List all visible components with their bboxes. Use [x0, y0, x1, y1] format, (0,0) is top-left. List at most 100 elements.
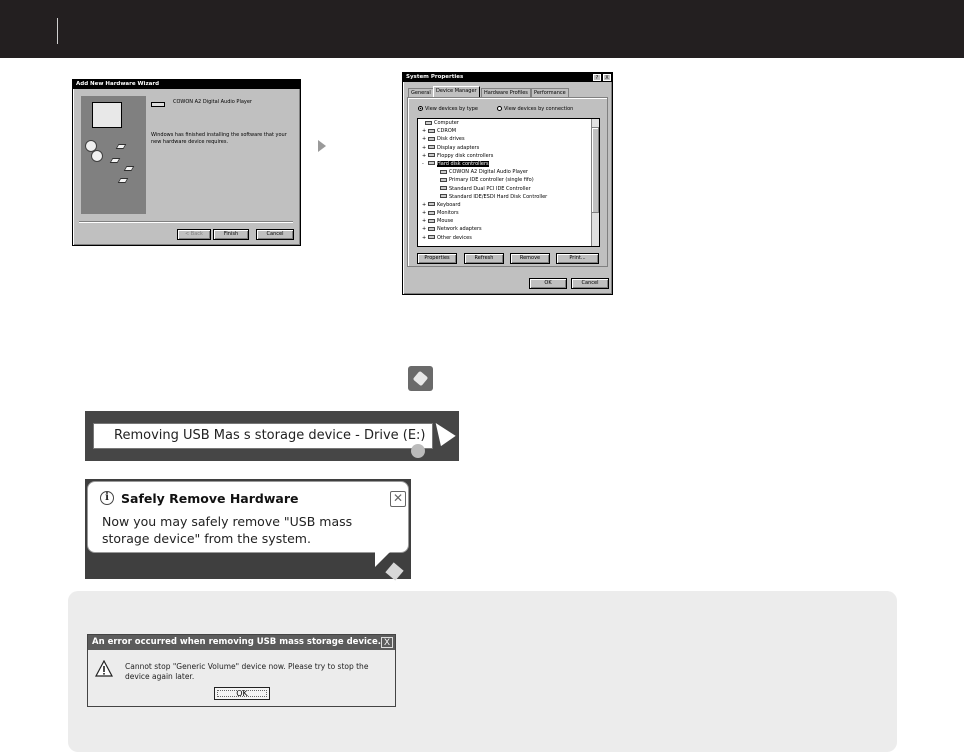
header-divider [57, 18, 58, 44]
device-icon [428, 161, 435, 166]
device-tree-label: Other devices [437, 234, 472, 241]
balloon-bubble: i Safely Remove Hardware Now you may saf… [87, 481, 409, 553]
device-tree-item[interactable]: + Mouse [418, 217, 599, 225]
device-tree-label: Standard Dual PCI IDE Controller [449, 185, 531, 192]
card-icon [117, 178, 129, 183]
device-tree-label: Standard IDE/ESDI Hard Disk Controller [449, 193, 548, 200]
device-tree-item[interactable]: Computer [418, 119, 599, 127]
cd-icon [91, 150, 103, 162]
info-icon: i [100, 491, 114, 505]
wizard-message: Windows has finished installing the soft… [151, 132, 287, 145]
card-icon [115, 144, 127, 149]
device-tree-label: Floppy disk controllers [437, 152, 494, 159]
device-icon [428, 136, 435, 141]
error-message: Cannot stop "Generic Volume" device now.… [125, 662, 369, 681]
device-tree-item[interactable]: Primary IDE controller (single fifo) [418, 176, 599, 184]
device-icon [151, 102, 165, 107]
device-icon [428, 235, 435, 240]
error-dialog: An error occurred when removing USB mass… [87, 634, 396, 707]
radio-label: View devices by connection [504, 106, 574, 112]
device-tree-item[interactable]: + Network adapters [418, 225, 599, 233]
device-icon [428, 202, 435, 207]
safely-remove-hardware-icon [408, 366, 433, 391]
warning-icon [95, 660, 113, 677]
balloon-message: Now you may safely remove "USB mass stor… [102, 514, 353, 546]
scrollbar-thumb[interactable] [591, 127, 599, 213]
device-icon [440, 194, 447, 199]
device-tree-label: CDROM [437, 128, 457, 135]
error-dialog-title: An error occurred when removing USB mass… [88, 635, 395, 650]
sysprop-title: System Properties [403, 73, 612, 82]
device-tree-label: Monitors [437, 210, 459, 217]
device-tree-item[interactable]: + Other devices [418, 234, 599, 242]
device-tree-label: Network adapters [437, 226, 482, 233]
device-icon [428, 128, 435, 133]
balloon-title: Safely Remove Hardware [121, 491, 299, 506]
error-close-button[interactable]: X [381, 637, 393, 648]
device-tree-item[interactable]: + CDROM [418, 127, 599, 135]
card-icon [109, 158, 121, 163]
device-tree-label: Mouse [437, 218, 454, 225]
wizard-illustration [81, 96, 146, 214]
device-icon [440, 169, 447, 174]
device-tree-label: Display adapters [437, 144, 480, 151]
device-icon [428, 210, 435, 215]
properties-button[interactable]: Properties [417, 253, 457, 264]
finish-button[interactable]: Finish [213, 229, 249, 240]
balloon-close-icon[interactable]: ✕ [390, 491, 406, 507]
page-header-bar [0, 0, 964, 58]
removing-device-taskbar: Removing USB Mas s storage device - Driv… [85, 411, 459, 461]
radio-view-by-type[interactable]: View devices by type [418, 106, 478, 112]
device-icon [425, 120, 432, 125]
add-hardware-wizard-dialog: Add New Hardware Wizard COWON A2 Digital… [72, 79, 301, 246]
tray-button-icon[interactable] [411, 444, 425, 458]
device-tree-label: Keyboard [437, 201, 461, 208]
device-icon [428, 153, 435, 158]
device-icon [440, 177, 447, 182]
device-tree[interactable]: Computer + CDROM + Disk drives + Display adapt… [417, 118, 600, 247]
device-icon [428, 218, 435, 223]
tree-scrollbar[interactable] [591, 119, 599, 246]
device-tree-label: COWON A2 Digital Audio Player [449, 169, 528, 176]
system-properties-dialog: System Properties ? X General Device Man… [402, 72, 613, 295]
print-button[interactable]: Print... [556, 253, 599, 264]
wizard-cancel-button[interactable]: Cancel [256, 229, 294, 240]
device-tree-label: Hard disk controllers [437, 160, 489, 167]
radio-icon [497, 106, 502, 111]
device-tree-item[interactable]: Standard IDE/ESDI Hard Disk Controller [418, 193, 599, 201]
wizard-title: Add New Hardware Wizard [73, 80, 300, 89]
device-tree-label: Disk drives [437, 136, 465, 143]
device-tree-item[interactable]: + Keyboard [418, 201, 599, 209]
remove-button[interactable]: Remove [510, 253, 550, 264]
device-tree-label: Primary IDE controller (single fifo) [449, 177, 534, 184]
radio-label: View devices by type [425, 106, 478, 112]
close-button[interactable]: X [603, 74, 611, 81]
ok-button[interactable]: OK [529, 278, 567, 289]
computer-icon [92, 102, 122, 128]
device-tree-item[interactable]: - Hard disk controllers [418, 160, 599, 168]
safely-remove-balloon: i Safely Remove Hardware Now you may saf… [85, 479, 411, 581]
device-icon [428, 226, 435, 231]
removing-device-tooltip[interactable]: Removing USB Mas s storage device - Driv… [93, 423, 433, 449]
device-tree-item[interactable]: Standard Dual PCI IDE Controller [418, 185, 599, 193]
device-tree-item[interactable]: COWON A2 Digital Audio Player [418, 168, 599, 176]
device-tree-item[interactable]: + Floppy disk controllers [418, 152, 599, 160]
radio-view-by-connection[interactable]: View devices by connection [497, 106, 573, 112]
step-arrow-icon [318, 140, 326, 152]
device-tree-item[interactable]: + Disk drives [418, 135, 599, 143]
radio-selected-icon [418, 106, 423, 111]
device-icon [440, 186, 447, 190]
wizard-device-name: COWON A2 Digital Audio Player [173, 99, 252, 105]
balloon-tail [375, 551, 391, 567]
card-icon [123, 166, 135, 171]
error-ok-button[interactable]: OK [214, 687, 270, 700]
device-icon [428, 145, 435, 150]
back-button[interactable]: < Back [177, 229, 211, 240]
refresh-button[interactable]: Refresh [464, 253, 504, 264]
device-tree-label: Computer [434, 120, 459, 126]
wizard-separator [79, 221, 293, 223]
device-tree-item[interactable]: + Monitors [418, 209, 599, 217]
help-button[interactable]: ? [593, 74, 601, 81]
device-tree-item[interactable]: + Display adapters [418, 144, 599, 152]
sysprop-cancel-button[interactable]: Cancel [571, 278, 609, 289]
